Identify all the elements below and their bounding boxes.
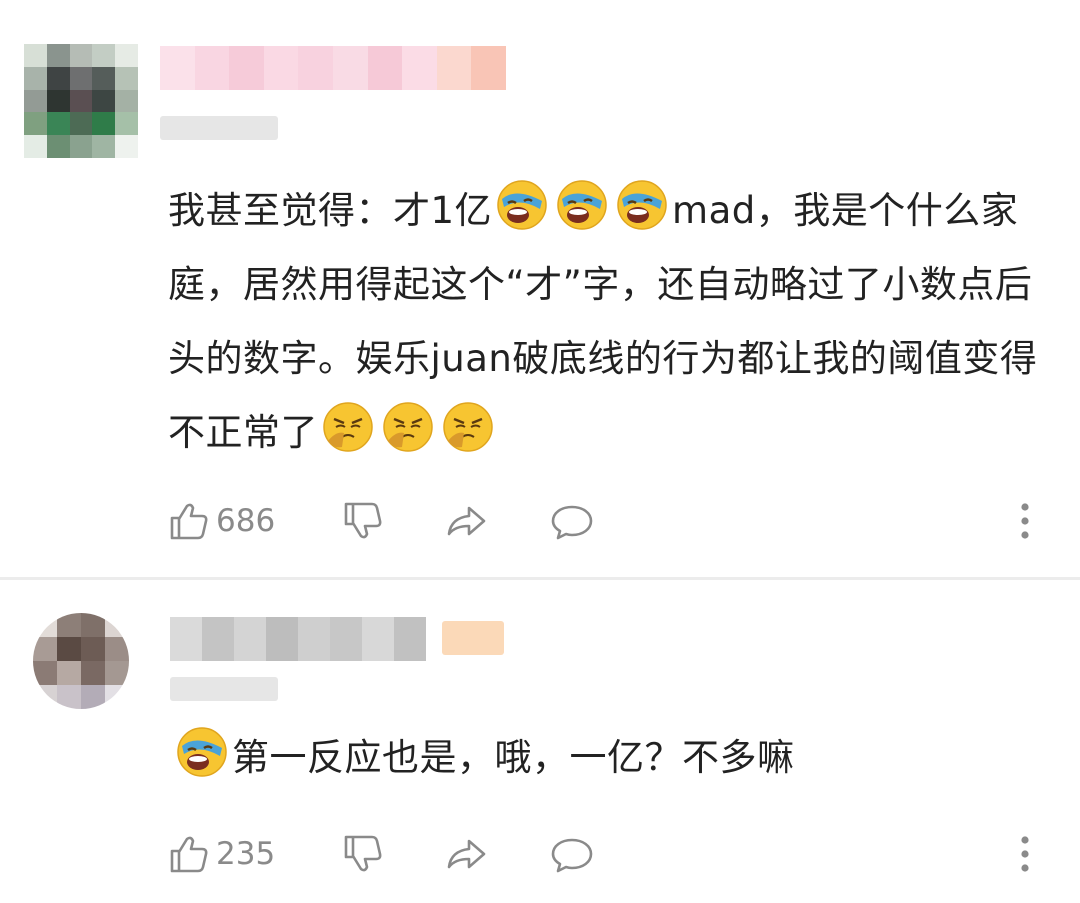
dislike-button[interactable] bbox=[342, 497, 386, 545]
thumbs-up-icon bbox=[170, 836, 208, 873]
laugh-cry-emoji bbox=[496, 179, 548, 231]
thumbs-down-icon bbox=[344, 835, 382, 872]
share-arrow-icon bbox=[447, 839, 486, 869]
laugh-cry-emoji bbox=[616, 179, 668, 231]
share-arrow-icon bbox=[447, 506, 486, 536]
more-options-button[interactable] bbox=[1010, 497, 1040, 545]
laugh-cry-emoji bbox=[556, 179, 608, 231]
like-button[interactable]: 235 bbox=[168, 830, 275, 878]
speech-bubble-icon bbox=[551, 838, 593, 873]
comment-divider bbox=[0, 577, 1080, 580]
reply-button[interactable] bbox=[550, 497, 594, 545]
laugh-cry-emoji bbox=[176, 726, 228, 778]
dislike-button[interactable] bbox=[342, 830, 386, 878]
username[interactable] bbox=[160, 46, 506, 90]
like-button[interactable]: 686 bbox=[168, 497, 275, 545]
like-count: 686 bbox=[216, 503, 276, 539]
vertical-ellipsis-icon bbox=[1021, 836, 1029, 872]
comment-item: 第一反应也是，哦，一亿？不多嘛 235 bbox=[0, 581, 1080, 903]
user-badge bbox=[442, 621, 504, 655]
nosepick-emoji bbox=[382, 401, 434, 453]
timestamp bbox=[170, 677, 278, 701]
vertical-ellipsis-icon bbox=[1021, 503, 1029, 539]
comment-text: 我甚至觉得：才1亿 mad，我是个什么家庭，居然用得起这个“才”字，还自动略过了… bbox=[168, 174, 1038, 470]
comment-actions: 235 bbox=[168, 830, 1048, 878]
avatar[interactable] bbox=[33, 613, 129, 709]
like-count: 235 bbox=[216, 836, 276, 872]
avatar[interactable] bbox=[24, 44, 138, 158]
comment-actions: 686 bbox=[168, 497, 1048, 545]
thumbs-down-icon bbox=[344, 502, 382, 539]
more-options-button[interactable] bbox=[1010, 830, 1040, 878]
comment-item: 我甚至觉得：才1亿 mad，我是个什么家庭，居然用得起这个“才”字，还自动略过了… bbox=[0, 0, 1080, 578]
share-button[interactable] bbox=[444, 497, 488, 545]
reply-button[interactable] bbox=[550, 830, 594, 878]
speech-bubble-icon bbox=[551, 505, 593, 540]
nosepick-emoji bbox=[442, 401, 494, 453]
timestamp bbox=[160, 116, 278, 140]
share-button[interactable] bbox=[444, 830, 488, 878]
comment-text: 第一反应也是，哦，一亿？不多嘛 bbox=[176, 721, 1046, 795]
thumbs-up-icon bbox=[170, 503, 208, 540]
nosepick-emoji bbox=[322, 401, 374, 453]
username[interactable] bbox=[170, 617, 426, 661]
